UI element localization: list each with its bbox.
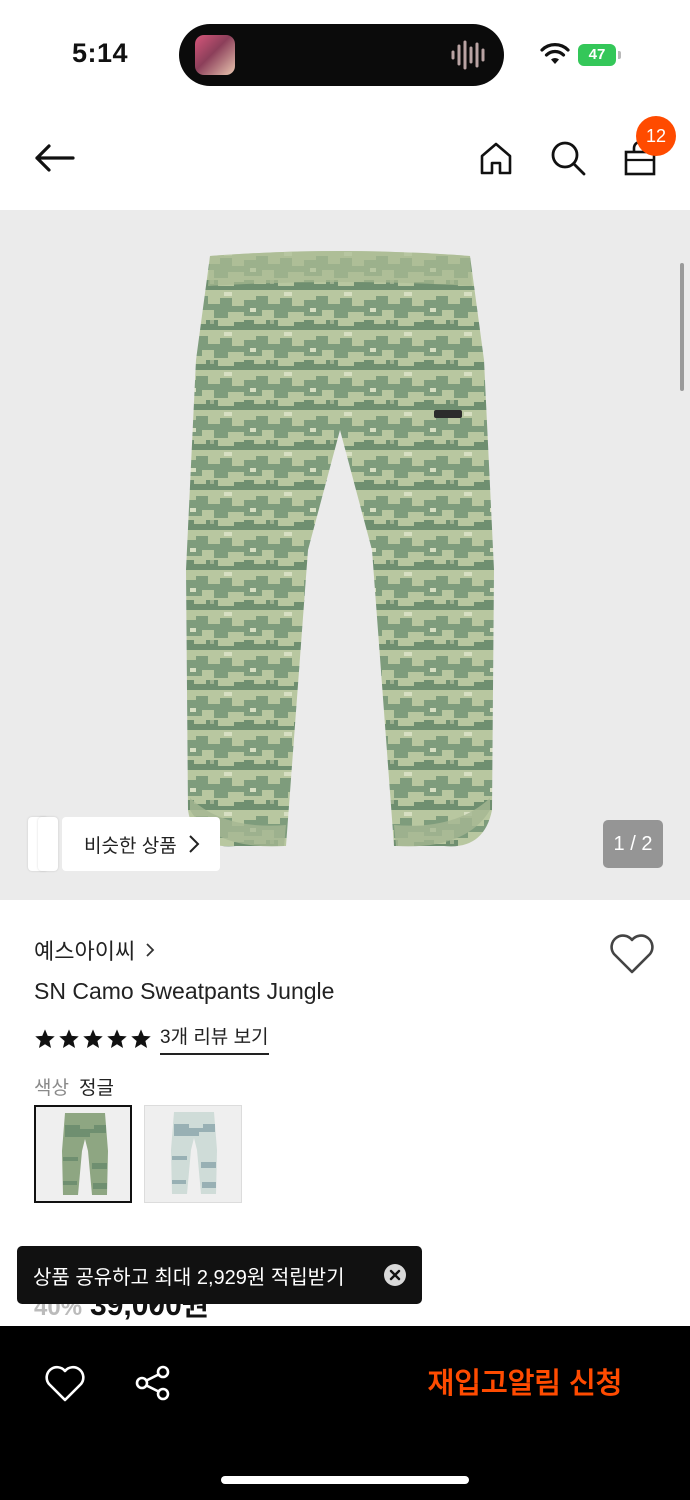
battery-cap [618,51,621,59]
star-icon [35,1028,55,1048]
chevron-right-icon [189,835,200,853]
home-icon [480,142,512,175]
rating-row: 3개 리뷰 보기 [34,1022,269,1055]
heart-icon[interactable] [608,932,656,976]
now-playing-artwork [195,35,235,75]
swatch-thumbnail [171,1112,217,1194]
battery-icon: 47 [578,44,622,66]
color-swatch-alt[interactable] [144,1105,242,1203]
battery-level: 47 [588,46,606,63]
restock-alert-button[interactable]: 재입고알림 신청 [400,1356,650,1412]
search-button[interactable] [544,134,592,182]
chevron-right-icon [146,943,155,957]
heart-icon[interactable] [44,1364,86,1404]
color-value: 정글 [78,1078,114,1099]
star-icon [107,1028,127,1048]
scroll-indicator [680,263,684,391]
audio-wave-icon [451,40,485,70]
share-reward-toast[interactable]: 상품 공유하고 최대 2,929원 적립받기 [17,1246,422,1304]
wifi-icon [540,43,570,64]
rating-stars [34,1028,152,1050]
image-page-indicator: 1 / 2 [603,820,663,868]
brand-link[interactable]: 예스아이씨 [34,934,155,966]
toast-pointer [146,1300,162,1310]
product-name: SN Camo Sweatpants Jungle [34,978,335,1004]
swatch-thumbnail [62,1113,108,1195]
star-icon [59,1028,79,1048]
star-icon [83,1028,103,1048]
bottom-action-bar: 재입고알림 신청 [0,1326,690,1500]
toast-text: 상품 공유하고 최대 2,929원 적립받기 [33,1266,345,1289]
dynamic-island[interactable] [179,24,504,86]
color-swatch-jungle[interactable] [34,1105,132,1203]
search-icon [551,141,586,176]
share-icon[interactable] [134,1364,172,1402]
top-nav [0,110,690,210]
home-button[interactable] [472,134,520,182]
color-label: 색상 [34,1078,69,1099]
home-indicator[interactable] [221,1476,469,1484]
product-image [186,251,494,847]
cart-count-badge: 12 [636,116,676,156]
color-row: 색상 정글 [34,1073,114,1100]
status-bar: 5:14 47 [0,0,690,110]
similar-products-label-box[interactable]: 비슷한 상품 [62,817,220,871]
similar-products-label: 비슷한 상품 [84,835,177,857]
brand-name: 예스아이씨 [34,939,136,964]
back-arrow-icon [35,144,75,172]
star-icon [131,1028,151,1048]
status-time: 5:14 [72,38,129,68]
review-link[interactable]: 3개 리뷰 보기 [160,1022,269,1055]
product-image-gallery[interactable]: 비슷한 상품 1 / 2 [0,210,690,900]
back-button[interactable] [30,134,78,182]
close-icon[interactable] [384,1264,406,1286]
